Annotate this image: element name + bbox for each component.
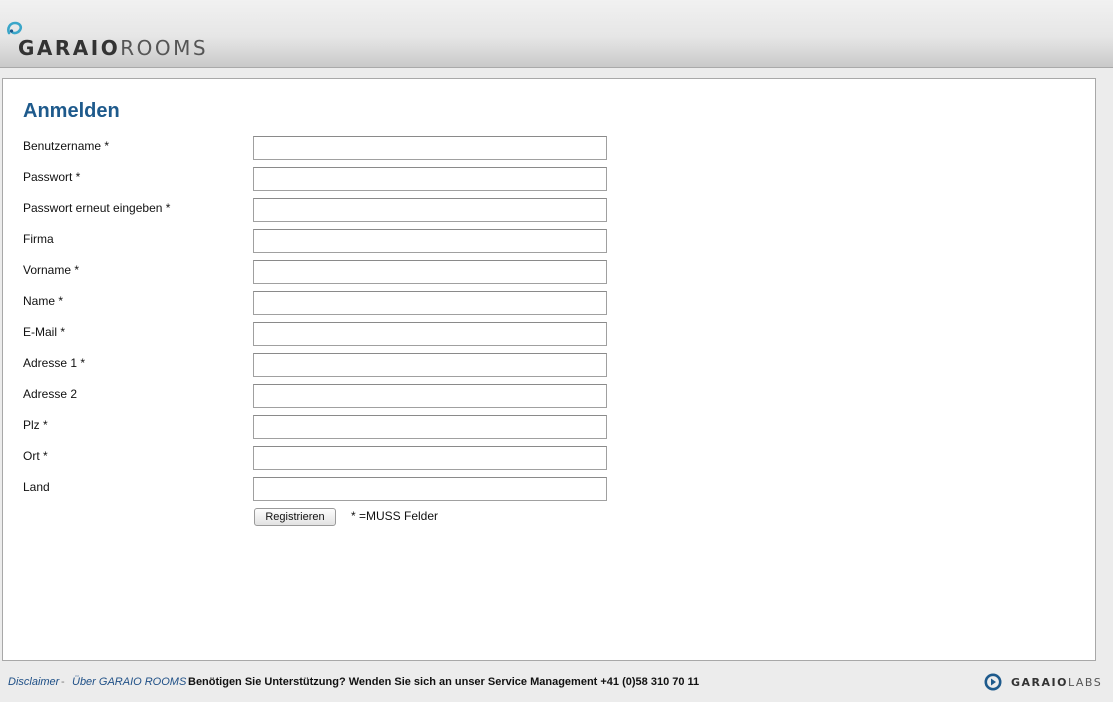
footer-separator: -	[61, 676, 65, 688]
garaio-labs-logo[interactable]: GARAIOLABS	[984, 672, 1104, 692]
password-input[interactable]	[253, 167, 607, 191]
logo-text-bold: GARAIO	[18, 36, 121, 60]
about-link[interactable]: Über GARAIO ROOMS	[72, 676, 186, 688]
form-row-password-confirm: Passwort erneut eingeben *	[3, 198, 703, 224]
city-label: Ort *	[23, 449, 48, 463]
email-label: E-Mail *	[23, 325, 66, 339]
form-row-first-name: Vorname *	[3, 260, 703, 286]
password-label: Passwort *	[23, 170, 81, 184]
submit-row: Registrieren * =MUSS Felder	[253, 507, 653, 527]
garaio-labs-icon	[984, 673, 1002, 691]
first-name-input[interactable]	[253, 260, 607, 284]
company-input[interactable]	[253, 229, 607, 253]
labs-wordmark: GARAIOLABS	[1011, 676, 1102, 689]
app-header: GARAIOROOMS	[0, 0, 1113, 68]
labs-text-bold: GARAIO	[1011, 676, 1068, 689]
first-name-label: Vorname *	[23, 263, 80, 277]
logo-wordmark: GARAIOROOMS	[18, 36, 208, 60]
last-name-label: Name *	[23, 294, 64, 308]
address-2-label: Adresse 2	[23, 387, 78, 401]
form-row-password: Passwort *	[3, 167, 703, 193]
email-input[interactable]	[253, 322, 607, 346]
company-label: Firma	[23, 232, 54, 246]
password-confirm-input[interactable]	[253, 198, 607, 222]
country-input[interactable]	[253, 477, 607, 501]
required-fields-note: * =MUSS Felder	[351, 509, 439, 523]
form-row-username: Benutzername *	[3, 136, 703, 162]
username-input[interactable]	[253, 136, 607, 160]
page-title: Anmelden	[23, 100, 120, 122]
register-button[interactable]: Registrieren	[254, 508, 336, 526]
address-1-input[interactable]	[253, 353, 607, 377]
form-row-address-2: Adresse 2	[3, 384, 703, 410]
page-footer: Disclaimer - Über GARAIO ROOMS Benötigen…	[0, 672, 1113, 694]
password-confirm-label: Passwort erneut eingeben *	[23, 201, 171, 215]
last-name-input[interactable]	[253, 291, 607, 315]
form-row-zip: Plz *	[3, 415, 703, 441]
country-label: Land	[23, 480, 50, 494]
address-1-label: Adresse 1 *	[23, 356, 86, 370]
city-input[interactable]	[253, 446, 607, 470]
address-2-input[interactable]	[253, 384, 607, 408]
zip-input[interactable]	[253, 415, 607, 439]
labs-text-light: LABS	[1067, 676, 1103, 689]
zip-label: Plz *	[23, 418, 48, 432]
form-row-email: E-Mail *	[3, 322, 703, 348]
form-row-address-1: Adresse 1 *	[3, 353, 703, 379]
username-label: Benutzername *	[23, 139, 110, 153]
support-text: Benötigen Sie Unterstützung? Wenden Sie …	[188, 676, 700, 688]
form-row-city: Ort *	[3, 446, 703, 472]
registration-panel: Anmelden Benutzername * Passwort * Passw…	[2, 78, 1096, 661]
disclaimer-link[interactable]: Disclaimer	[8, 676, 59, 688]
logo-text-light: ROOMS	[120, 36, 209, 60]
form-row-company: Firma	[3, 229, 703, 255]
form-row-country: Land	[3, 477, 703, 503]
form-row-last-name: Name *	[3, 291, 703, 317]
